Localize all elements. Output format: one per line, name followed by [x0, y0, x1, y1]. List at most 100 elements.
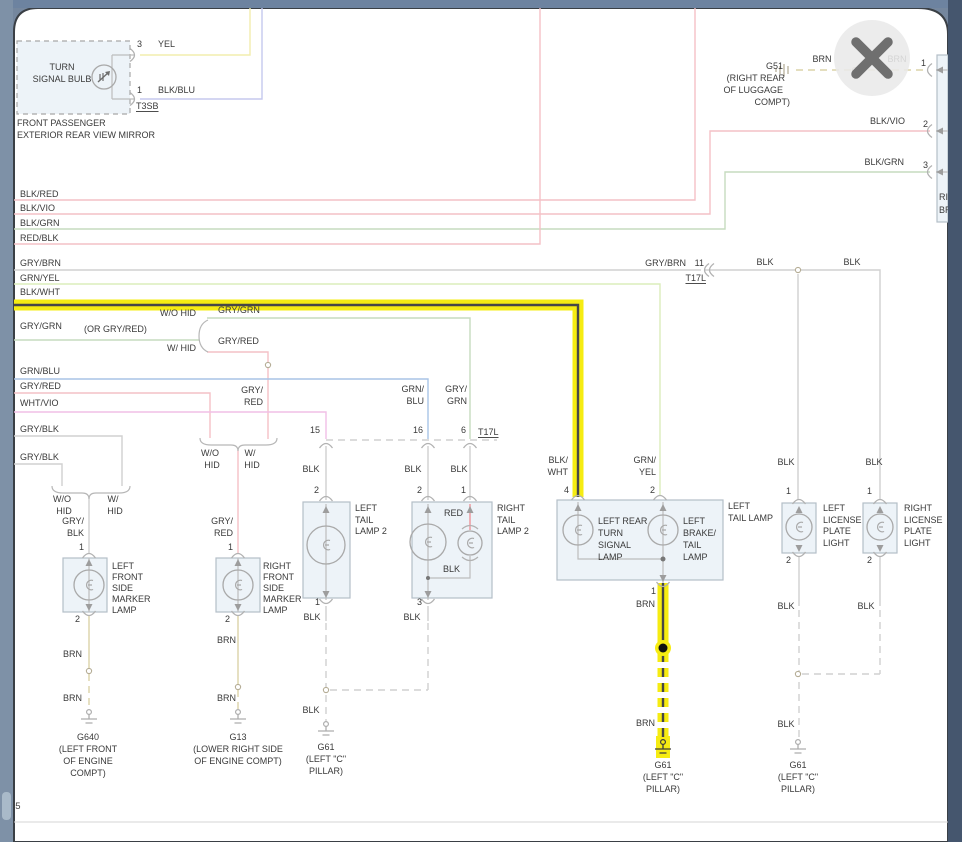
diagram-label: BLK: [443, 564, 460, 574]
wiring-diagram-viewer: 3 YEL 1 BLK/BLU T3SB TURN SIGNAL BULB FRONT PAS…: [0, 0, 962, 842]
scrollbar-left[interactable]: [0, 0, 13, 842]
diagram-label: HID: [244, 460, 260, 470]
diagram-label: LEFT: [355, 503, 378, 513]
diagram-label: GRY/RED: [218, 336, 259, 346]
diagram-label: LAMP 2: [497, 526, 529, 536]
diagram-label: GRN/: [634, 455, 657, 465]
diagram-label: TURN: [598, 528, 623, 538]
diagram-label: G640: [77, 732, 99, 742]
frame-top: [0, 0, 962, 8]
diagram-label: (LEFT "C": [643, 772, 683, 782]
diagram-label: 2: [314, 485, 319, 495]
diagram-label: BLK: [302, 464, 319, 474]
diagram-label: GRY/RED: [20, 381, 61, 391]
diagram-label: W/O: [53, 494, 71, 504]
diagram-label: 1: [786, 486, 791, 496]
diagram-label: (LEFT "C": [306, 754, 346, 764]
diagram-label: BLK: [403, 612, 420, 622]
diagram-label: TAIL: [683, 540, 701, 550]
diagram-label: OF ENGINE: [63, 756, 113, 766]
diagram-label: PILLAR): [781, 784, 815, 794]
diagram-label: 4: [564, 485, 569, 495]
diagram-label: LEFT: [112, 561, 135, 571]
diagram-label: PLATE: [823, 526, 851, 536]
diagram-label: 1: [79, 542, 84, 552]
diagram-label: GRY/BLK: [20, 424, 59, 434]
diagram-label: BLK: [857, 601, 874, 611]
diagram-label: BLK: [67, 528, 84, 538]
diagram-label: GRN/: [402, 384, 425, 394]
diagram-label: RED/BLK: [20, 233, 59, 243]
diagram-label: 3: [137, 39, 142, 49]
diagram-label: GRY/: [62, 516, 84, 526]
diagram-label: (OR GRY/RED): [84, 324, 147, 334]
diagram-label: BLK: [777, 601, 794, 611]
diagram-label: PLATE: [904, 526, 932, 536]
diagram-label: LICENSE: [823, 515, 862, 525]
diagram-label: W/ HID: [167, 343, 196, 353]
diagram-label: HID: [204, 460, 220, 470]
diagram-label: GRN: [447, 396, 467, 406]
diagram-label: BLK/RED: [20, 189, 59, 199]
scrollbar-thumb[interactable]: [2, 792, 11, 820]
diagram-label: 2: [786, 555, 791, 565]
diagram-label: BRN: [217, 693, 236, 703]
diagram-label: (LEFT "C": [778, 772, 818, 782]
diagram-label: W/O: [201, 448, 219, 458]
component-box: [62, 557, 108, 613]
diagram-label: BLU: [406, 396, 424, 406]
diagram-label: 11: [695, 258, 704, 268]
diagram-label: FRONT: [263, 572, 294, 582]
diagram-label: 3: [923, 160, 928, 170]
diagram-label: RIGHT: [904, 503, 933, 513]
diagram-label: GRY/GRN: [20, 321, 62, 331]
diagram-label: EXTERIOR REAR VIEW MIRROR: [17, 130, 156, 140]
diagram-label: BLK/VIO: [870, 116, 905, 126]
diagram-label: SIGNAL BULB: [33, 74, 92, 84]
junction-dot: [426, 576, 430, 580]
diagram-label: 1: [867, 486, 872, 496]
diagram-label: 1: [137, 85, 142, 95]
diagram-label: GRY/: [445, 384, 467, 394]
splice-icon: [264, 361, 272, 369]
scrollbar-right[interactable]: [948, 0, 962, 842]
close-button[interactable]: [834, 20, 910, 96]
diagram-label: BLK/: [548, 455, 568, 465]
diagram-label: BLK: [865, 457, 882, 467]
diagram-label: 6: [461, 425, 466, 435]
diagram-label: G51: [766, 61, 783, 71]
diagram-label: RED: [214, 528, 234, 538]
diagram-label: GRY/GRN: [218, 305, 260, 315]
splice-icon: [794, 670, 802, 678]
diagram-label: PILLAR): [646, 784, 680, 794]
diagram-label: (RIGHT REAR: [727, 73, 786, 83]
diagram-label: TAIL LAMP: [728, 513, 773, 523]
diagram-label: WHT: [548, 467, 569, 477]
diagram-label: WHT/VIO: [20, 398, 59, 408]
splice-icon: [234, 683, 242, 691]
diagram-label: RED: [244, 397, 264, 407]
diagram-label: BLK: [303, 612, 320, 622]
diagram-label: 1: [315, 597, 320, 607]
diagram-label: BRN: [636, 718, 655, 728]
diagram-label: RI: [939, 192, 948, 202]
diagram-label: BLK: [302, 705, 319, 715]
diagram-label: LIGHT: [904, 538, 931, 548]
diagram-label: TAIL: [497, 515, 515, 525]
diagram-label: T3SB: [136, 101, 159, 111]
diagram-label: 2: [923, 119, 928, 129]
diagram-label: 2: [867, 555, 872, 565]
splice-icon: [85, 667, 93, 675]
diagram-label: G13: [229, 732, 246, 742]
diagram-label: GRY/BRN: [645, 258, 686, 268]
diagram-label: W/O HID: [160, 308, 196, 318]
diagram-label: BLK/GRN: [20, 218, 60, 228]
splice-icon: [794, 266, 802, 274]
diagram-label: MARKER: [112, 594, 151, 604]
diagram-label: RIGHT: [263, 561, 292, 571]
junction-dot: [660, 556, 666, 562]
diagram-label: BLK/GRN: [864, 157, 904, 167]
diagram-label: OF LUGGAGE: [723, 85, 783, 95]
diagram-label: 2: [225, 614, 230, 624]
diagram-label: 2: [75, 614, 80, 624]
